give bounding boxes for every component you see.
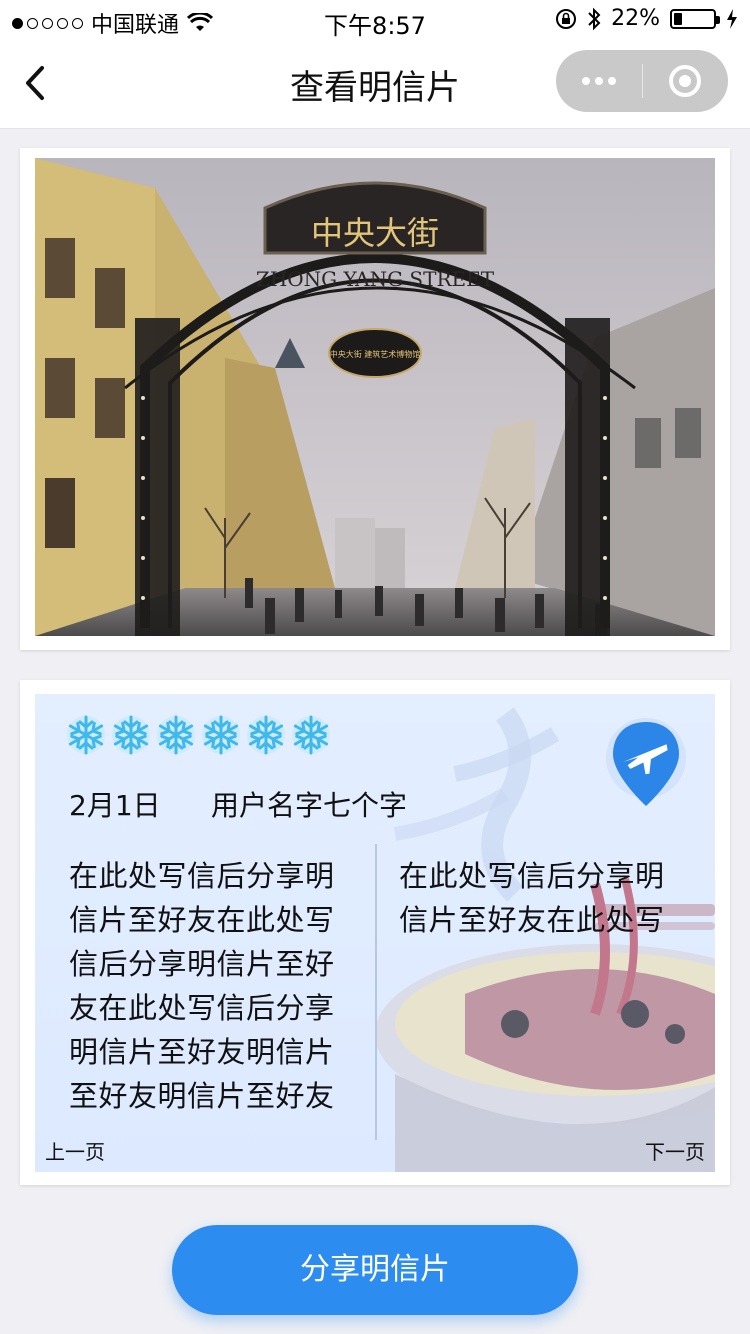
postcard-date: 2月1日 — [69, 789, 161, 822]
battery-percent: 22% — [611, 6, 660, 31]
column-divider — [375, 844, 377, 1140]
more-button[interactable] — [556, 50, 642, 112]
bluetooth-icon — [588, 7, 601, 30]
orientation-lock-icon — [556, 8, 577, 29]
charging-bolt-icon — [727, 8, 737, 29]
postcard-photo[interactable]: 中央大街 ZHONG YANG STREET 中央大街 建筑艺术博物馆 — [35, 158, 715, 636]
airplane-pin-icon — [606, 718, 686, 806]
letter-line: 至好友明信片至好友 — [69, 1079, 335, 1113]
next-page-link[interactable]: 下一页 — [645, 1136, 705, 1165]
mini-program-capsule — [556, 50, 728, 112]
snowflake-icon — [202, 715, 240, 755]
letter-line: 信片至好友在此处写 — [399, 903, 665, 937]
sign-text: 中央大街 — [311, 214, 439, 252]
more-dots-icon — [582, 77, 590, 85]
photo-card: 中央大街 ZHONG YANG STREET 中央大街 建筑艺术博物馆 — [20, 148, 730, 650]
snowflake-row — [65, 714, 332, 756]
status-right: 22% — [555, 6, 738, 31]
target-circle-icon — [669, 65, 701, 97]
badge-text: 中央大街 建筑艺术博物馆 — [330, 349, 421, 359]
letter-line: 信片至好友在此处写 — [69, 903, 335, 937]
postcard-letter: 2月1日 用户名字七个字 在此处写信后分享明 信片至好友在此处写 信后分享明信片至好… — [35, 694, 715, 1172]
snowflake-icon — [157, 715, 195, 755]
letter-line: 信后分享明信片至好 — [69, 947, 335, 981]
sign-subtext: ZHONG YANG STREET — [256, 267, 495, 291]
share-postcard-button[interactable]: 分享明信片 — [172, 1225, 578, 1315]
letter-line: 明信片至好友明信片 — [69, 1035, 335, 1069]
close-button[interactable] — [643, 50, 727, 112]
status-bar: 中国联通 下午8:57 22% — [0, 0, 750, 40]
snowflake-icon — [112, 715, 150, 755]
snowflake-icon — [67, 715, 105, 755]
letter-left-column: 在此处写信后分享明 信片至好友在此处写 信后分享明信片至好 友在此处写信后分享 明信片至… — [69, 854, 359, 1118]
postcard-username: 用户名字七个字 — [211, 789, 408, 822]
letter-line: 友在此处写信后分享 — [69, 991, 335, 1025]
battery-icon — [670, 8, 720, 29]
nav-bar: 查看明信片 — [0, 40, 750, 129]
prev-page-link[interactable]: 上一页 — [45, 1136, 105, 1165]
letter-line: 在此处写信后分享明 — [69, 859, 335, 893]
snowflake-icon — [247, 715, 285, 755]
street-photo-image: 中央大街 ZHONG YANG STREET 中央大街 建筑艺术博物馆 — [35, 158, 715, 636]
letter-card: 2月1日 用户名字七个字 在此处写信后分享明 信片至好友在此处写 信后分享明信片至好… — [20, 680, 730, 1185]
letter-line: 在此处写信后分享明 — [399, 859, 665, 893]
letter-right-column: 在此处写信后分享明 信片至好友在此处写 — [399, 854, 689, 942]
snowflake-icon — [292, 715, 330, 755]
